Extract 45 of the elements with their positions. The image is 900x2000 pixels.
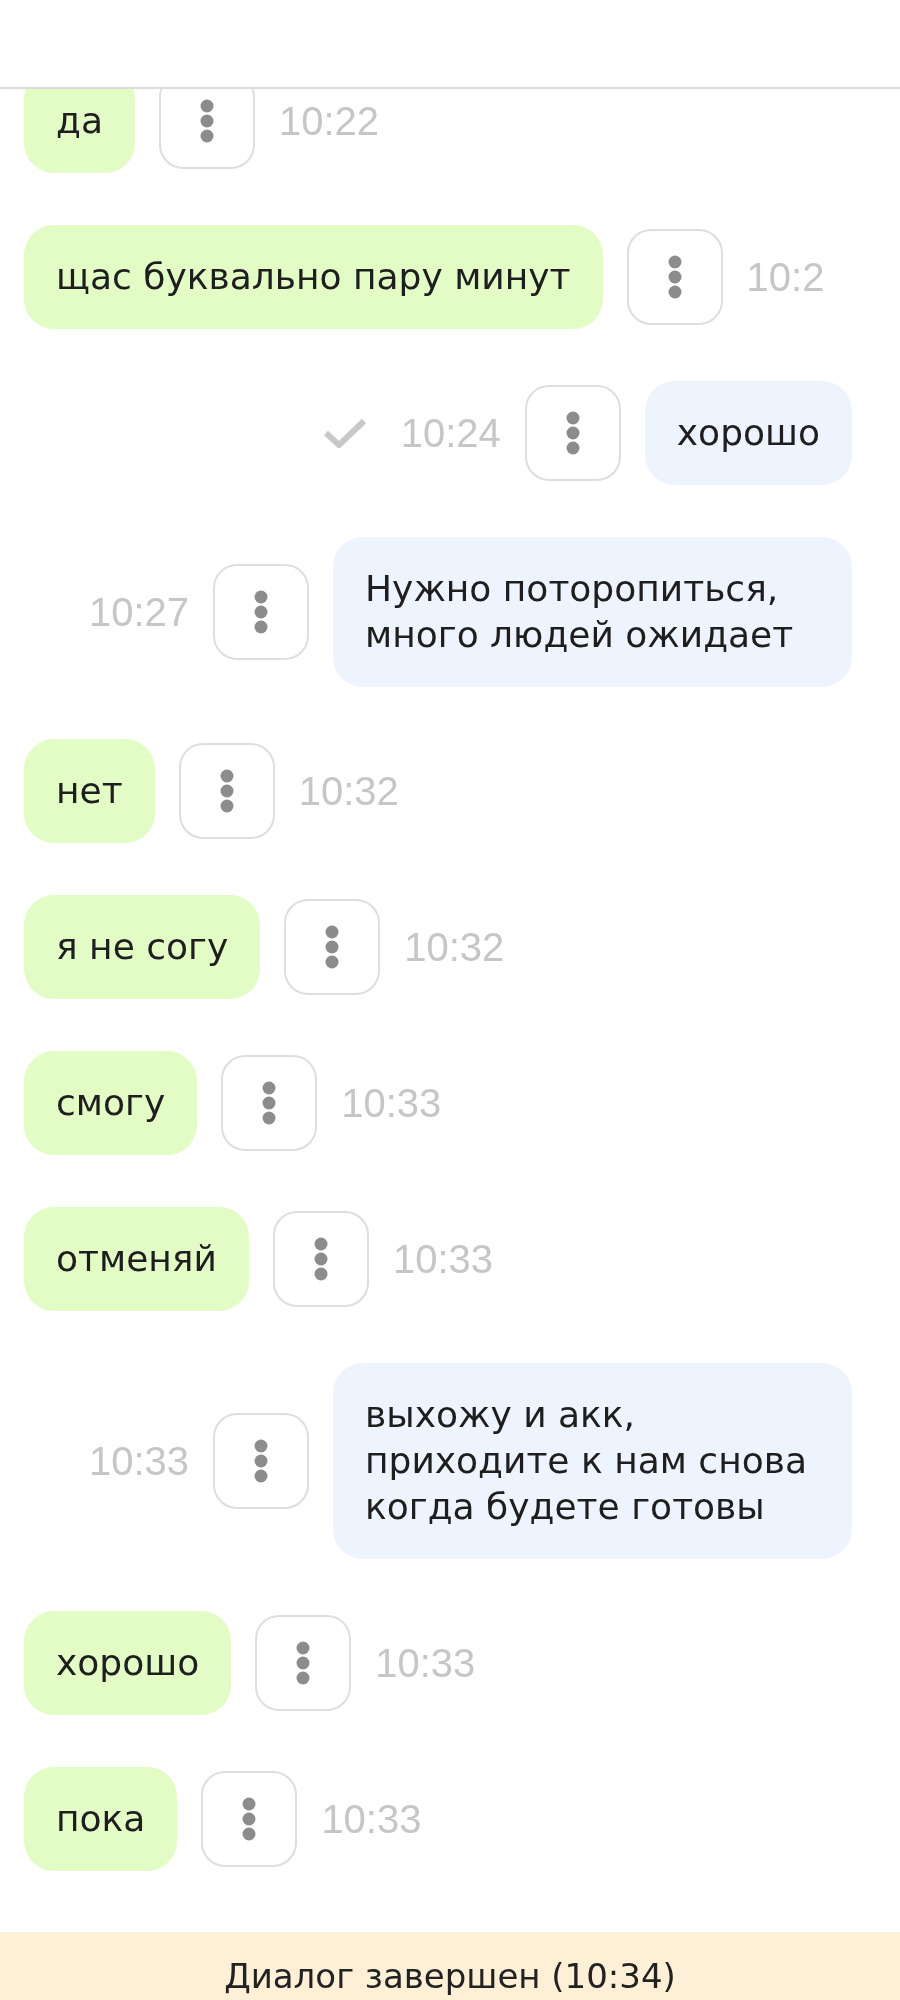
status-text: Диалог завершен (10:34) — [224, 1956, 676, 1998]
more-icon — [313, 1237, 328, 1281]
message-time: 10:33 — [375, 1640, 476, 1686]
more-button[interactable] — [201, 1771, 298, 1867]
more-button[interactable] — [158, 89, 255, 169]
more-icon — [262, 1081, 277, 1125]
more-button[interactable] — [272, 1211, 369, 1307]
message-time: 10:32 — [404, 924, 505, 970]
message-time: 10:33 — [321, 1796, 422, 1842]
message-bubble: щас буквально пару минут — [24, 225, 603, 329]
more-button[interactable] — [213, 1413, 309, 1509]
message-bubble: нет — [24, 739, 155, 843]
more-icon — [254, 1439, 268, 1483]
more-button[interactable] — [524, 385, 621, 481]
more-icon — [254, 590, 268, 634]
message-time: 10:33 — [392, 1236, 493, 1282]
message-time: 10:27 — [88, 589, 189, 635]
more-button[interactable] — [221, 1055, 318, 1151]
message-bubble: Нужно поторопиться, много людей ожидает — [333, 537, 852, 687]
more-icon — [242, 1797, 257, 1841]
message-time: 10:33 — [88, 1438, 189, 1484]
message-bubble: отменяй — [24, 1207, 249, 1311]
message-bubble: выхожу и акк, приходите к нам снова когда будете готовы — [333, 1363, 852, 1559]
message-bubble: я не согу — [24, 895, 261, 999]
message-bubble: хорошо — [644, 381, 852, 485]
more-icon — [199, 99, 214, 143]
more-button[interactable] — [178, 743, 275, 839]
more-icon — [325, 925, 340, 969]
message-time: 10:2 — [746, 254, 825, 300]
message-bubble: смогу — [24, 1051, 198, 1155]
more-icon — [565, 411, 580, 455]
message-bubble: да — [24, 89, 135, 173]
message-time: 10:24 — [400, 410, 501, 456]
more-button[interactable] — [255, 1615, 352, 1711]
more-icon — [219, 769, 234, 813]
more-button[interactable] — [213, 564, 309, 660]
more-icon — [667, 255, 682, 299]
message-time: 10:33 — [341, 1080, 442, 1126]
more-button[interactable] — [626, 229, 723, 325]
more-button[interactable] — [284, 899, 381, 995]
message-bubble: хорошо — [24, 1611, 232, 1715]
message-time: 10:32 — [298, 768, 399, 814]
more-icon — [296, 1641, 311, 1685]
message-bubble: пока — [24, 1767, 178, 1871]
message-time: 10:22 — [278, 98, 380, 144]
